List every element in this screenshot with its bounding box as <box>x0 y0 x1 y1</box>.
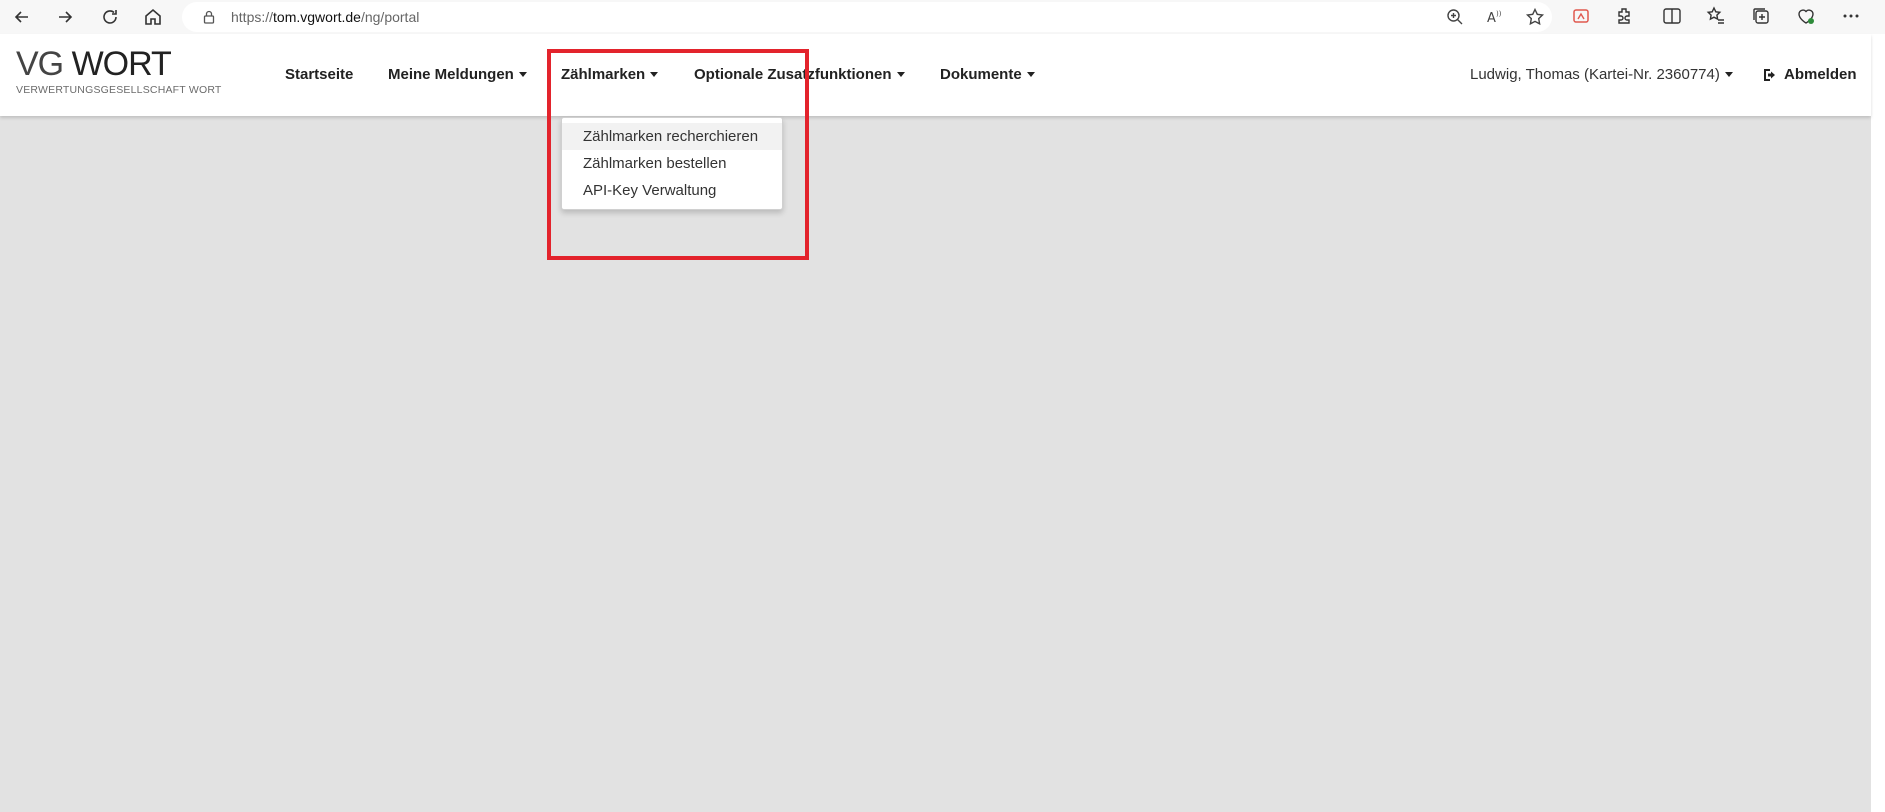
zaehlmarken-dropdown: Zählmarken recherchieren Zählmarken best… <box>561 117 783 210</box>
caret-down-icon <box>896 72 905 77</box>
nav-optionale-zusatzfunktionen[interactable]: Optionale Zusatzfunktionen <box>694 66 905 83</box>
sign-out-icon <box>1764 68 1775 81</box>
vg-wort-logo[interactable]: VG WORT VERWERTUNGSGESELLSCHAFT WORT <box>16 46 222 96</box>
logout-button[interactable]: Abmelden <box>1762 66 1857 83</box>
lock-icon[interactable] <box>202 10 216 24</box>
nav-zaehlmarken[interactable]: Zählmarken <box>561 66 659 83</box>
browser-toolbar: https://tom.vgwort.de/ng/portal A)) <box>0 0 1885 34</box>
caret-down-icon <box>650 72 659 77</box>
logo-wordmark: VG WORT <box>16 46 222 82</box>
caret-down-icon <box>1724 72 1733 77</box>
more-icon[interactable] <box>1840 5 1862 27</box>
nav-startseite-label: Startseite <box>285 66 354 83</box>
user-menu-label: Ludwig, Thomas (Kartei-Nr. 2360774) <box>1470 66 1720 83</box>
nav-startseite[interactable]: Startseite <box>285 66 353 83</box>
url-text[interactable]: https://tom.vgwort.de/ng/portal <box>231 9 419 25</box>
logo-subtitle: VERWERTUNGSGESELLSCHAFT WORT <box>16 84 222 96</box>
extensions-icon[interactable] <box>1614 5 1636 27</box>
dropdown-item-bestellen[interactable]: Zählmarken bestellen <box>562 150 782 177</box>
arrow-right-icon[interactable] <box>50 2 80 32</box>
browser-essentials-icon[interactable] <box>1795 5 1817 27</box>
logo-vg: VG <box>16 45 64 83</box>
split-screen-icon[interactable] <box>1661 5 1683 27</box>
zoom-icon[interactable] <box>1445 7 1465 27</box>
logo-wort: WORT <box>71 45 172 83</box>
svg-text:)): )) <box>1496 10 1502 18</box>
extension-red-icon[interactable] <box>1570 5 1592 27</box>
dropdown-item-recherchieren[interactable]: Zählmarken recherchieren <box>562 123 782 150</box>
url-host: tom.vgwort.de <box>273 9 361 25</box>
nav-dokumente-label: Dokumente <box>940 66 1022 83</box>
url-scheme: https:// <box>231 9 274 25</box>
nav-dokumente[interactable]: Dokumente <box>940 66 1035 83</box>
star-icon[interactable] <box>1525 7 1545 27</box>
collections-icon[interactable] <box>1750 5 1772 27</box>
nav-meine-meldungen-label: Meine Meldungen <box>388 66 514 83</box>
refresh-icon[interactable] <box>95 2 125 32</box>
svg-text:A: A <box>1487 11 1496 26</box>
favorites-icon[interactable] <box>1705 5 1727 27</box>
sidebar-strip <box>1871 34 1885 812</box>
arrow-left-icon[interactable] <box>7 2 37 32</box>
read-aloud-icon[interactable]: A)) <box>1485 7 1505 27</box>
logout-label: Abmelden <box>1784 66 1857 83</box>
user-menu[interactable]: Ludwig, Thomas (Kartei-Nr. 2360774) <box>1470 66 1733 83</box>
nav-meine-meldungen[interactable]: Meine Meldungen <box>388 66 527 83</box>
nav-optionale-label: Optionale Zusatzfunktionen <box>694 66 892 83</box>
home-icon[interactable] <box>138 2 168 32</box>
caret-down-icon <box>518 72 527 77</box>
url-path: /ng/portal <box>360 9 420 25</box>
caret-down-icon <box>1026 72 1035 77</box>
address-bar[interactable]: https://tom.vgwort.de/ng/portal A)) <box>182 2 1552 32</box>
dropdown-item-api-key[interactable]: API-Key Verwaltung <box>562 177 782 204</box>
nav-zaehlmarken-label: Zählmarken <box>561 66 646 83</box>
